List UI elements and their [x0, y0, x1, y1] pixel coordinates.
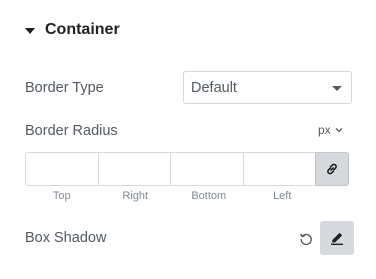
container-style-panel: Container Border Type Default Border Rad… [0, 0, 376, 279]
radius-top-label: Top [52, 190, 71, 202]
unit-selector[interactable]: px [318, 123, 343, 137]
radius-right-label: Right [122, 190, 149, 202]
border-radius-label: Border Radius [25, 123, 118, 139]
border-type-label: Border Type [25, 80, 104, 96]
chevron-down-icon [332, 86, 342, 91]
border-radius-inputs [25, 152, 353, 186]
radius-field-labels: Top Right Bottom Left [25, 190, 319, 202]
section-header-container[interactable]: Container [25, 18, 120, 42]
radius-top-input[interactable] [25, 152, 99, 186]
edit-box-shadow-button[interactable] [320, 221, 354, 255]
chevron-down-icon [335, 128, 343, 133]
caret-down-icon [25, 27, 35, 34]
border-type-value: Default [191, 79, 237, 96]
radius-left-input[interactable] [242, 152, 316, 186]
radius-right-input[interactable] [97, 152, 171, 186]
pencil-icon [331, 232, 343, 245]
radius-bottom-label: Bottom [191, 190, 227, 202]
section-title: Container [45, 21, 120, 38]
link-values-button[interactable] [315, 152, 349, 186]
box-shadow-label: Box Shadow [25, 230, 107, 246]
radius-bottom-input[interactable] [170, 152, 244, 186]
reset-icon [300, 233, 312, 246]
border-type-select[interactable]: Default [183, 71, 352, 104]
radius-left-label: Left [273, 190, 292, 202]
unit-value: px [318, 123, 331, 137]
reset-box-shadow-button[interactable] [296, 229, 316, 249]
link-icon [327, 163, 337, 175]
